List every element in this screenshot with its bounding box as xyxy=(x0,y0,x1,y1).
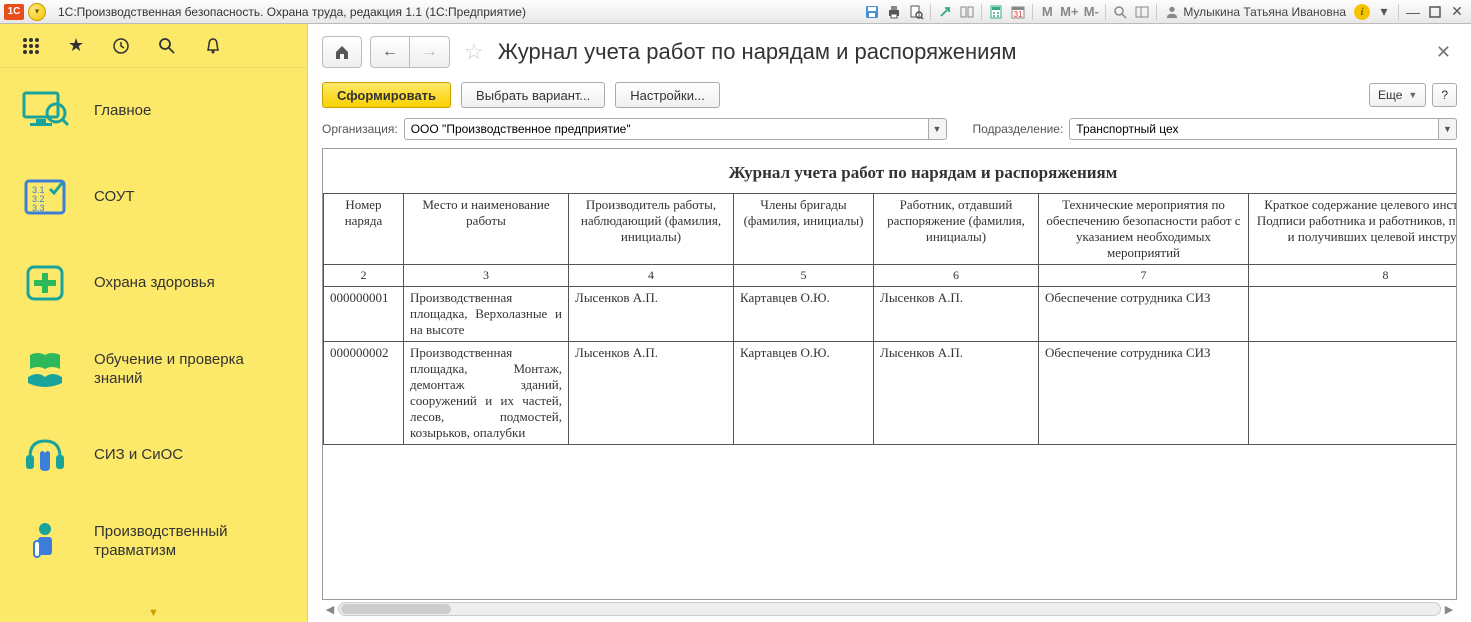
preview-icon[interactable] xyxy=(906,2,926,22)
app-logo-icon: 1C xyxy=(4,4,24,20)
apps-grid-icon[interactable] xyxy=(22,37,40,55)
user-icon xyxy=(1165,5,1179,19)
favorites-star-icon[interactable]: ★ xyxy=(68,35,84,56)
sidebar-item-label: Главное xyxy=(94,101,151,121)
table-row[interactable]: 000000002Производственная площадка, Монт… xyxy=(324,342,1458,445)
table-row[interactable]: 000000001Производственная площадка, Верх… xyxy=(324,287,1458,342)
horizontal-scrollbar[interactable]: ◀ ▶ xyxy=(322,600,1457,618)
sidebar-item-label: СОУТ xyxy=(94,187,135,207)
sidebar-item-injuries[interactable]: Производственный травматизм xyxy=(0,498,307,584)
dept-dropdown-button[interactable]: ▼ xyxy=(1439,118,1457,140)
checklist-icon: 3.13.23.3 xyxy=(20,172,70,222)
minimize-button[interactable]: — xyxy=(1403,2,1423,22)
print-icon[interactable] xyxy=(884,2,904,22)
nav-back-button[interactable]: ← xyxy=(370,36,410,68)
zoom-icon[interactable] xyxy=(1110,2,1130,22)
main-menu-button[interactable]: ▾ xyxy=(28,3,46,21)
close-window-button[interactable]: ✕ xyxy=(1447,2,1467,22)
table-header-row: Номер наряда Место и наименование работы… xyxy=(324,194,1458,265)
injured-person-icon xyxy=(20,516,70,566)
generate-button[interactable]: Сформировать xyxy=(322,82,451,108)
sidebar-item-main[interactable]: Главное xyxy=(0,68,307,154)
sidebar: ★ Главное 3.13.23.3 СОУТ xyxy=(0,24,308,622)
org-input[interactable] xyxy=(404,118,929,140)
content-area: ← → ☆ Журнал учета работ по нарядам и ра… xyxy=(308,24,1471,622)
save-icon[interactable] xyxy=(862,2,882,22)
memory-mminus-button[interactable]: M- xyxy=(1081,2,1101,22)
compare-icon[interactable] xyxy=(957,2,977,22)
settings-button[interactable]: Настройки... xyxy=(615,82,720,108)
report-table: Номер наряда Место и наименование работы… xyxy=(323,193,1457,445)
choose-variant-button[interactable]: Выбрать вариант... xyxy=(461,82,605,108)
more-button[interactable]: Еще▼ xyxy=(1369,83,1426,107)
sidebar-item-label: Обучение и проверка знаний xyxy=(94,350,287,389)
history-icon[interactable] xyxy=(112,37,130,55)
org-dropdown-button[interactable]: ▼ xyxy=(929,118,947,140)
org-label: Организация: xyxy=(322,122,398,136)
report-title: Журнал учета работ по нарядам и распоряж… xyxy=(323,149,1457,193)
calendar-icon[interactable]: 31 xyxy=(1008,2,1028,22)
dropdown-button[interactable]: ▾ xyxy=(1374,2,1394,22)
notifications-bell-icon[interactable] xyxy=(204,37,222,55)
sidebar-item-label: Охрана здоровья xyxy=(94,273,215,293)
nav-forward-button[interactable]: → xyxy=(410,36,450,68)
medical-cross-icon xyxy=(20,258,70,308)
dept-input[interactable] xyxy=(1069,118,1439,140)
help-button[interactable]: ? xyxy=(1432,83,1457,107)
memory-m-button[interactable]: M xyxy=(1037,2,1057,22)
home-button[interactable] xyxy=(322,36,362,68)
svg-text:3.3: 3.3 xyxy=(32,203,45,213)
close-page-button[interactable]: ✕ xyxy=(1430,42,1457,63)
link-out-icon[interactable] xyxy=(935,2,955,22)
sidebar-item-siz[interactable]: СИЗ и СиОС xyxy=(0,412,307,498)
svg-text:31: 31 xyxy=(1014,10,1023,19)
sidebar-expand-arrow[interactable]: ▼ xyxy=(0,604,307,622)
report-area[interactable]: Журнал учета работ по нарядам и распоряж… xyxy=(322,148,1457,600)
book-hand-icon xyxy=(20,344,70,394)
sidebar-item-label: СИЗ и СиОС xyxy=(94,445,183,465)
panel-icon[interactable] xyxy=(1132,2,1152,22)
sidebar-item-sout[interactable]: 3.13.23.3 СОУТ xyxy=(0,154,307,240)
titlebar: 1C ▾ 1С:Производственная безопасность. О… xyxy=(0,0,1471,24)
page-title: Журнал учета работ по нарядам и распоряж… xyxy=(498,39,1017,65)
dept-label: Подразделение: xyxy=(973,122,1064,136)
info-button[interactable]: i xyxy=(1352,2,1372,22)
memory-mplus-button[interactable]: M+ xyxy=(1059,2,1079,22)
calculator-icon[interactable] xyxy=(986,2,1006,22)
sidebar-item-health[interactable]: Охрана здоровья xyxy=(0,240,307,326)
sidebar-item-training[interactable]: Обучение и проверка знаний xyxy=(0,326,307,412)
monitor-search-icon xyxy=(20,86,70,136)
headphones-glove-icon xyxy=(20,430,70,480)
favorite-star-icon[interactable]: ☆ xyxy=(464,39,484,65)
app-title: 1С:Производственная безопасность. Охрана… xyxy=(58,5,526,19)
sidebar-item-label: Производственный травматизм xyxy=(94,522,287,561)
search-icon[interactable] xyxy=(158,37,176,55)
table-column-numbers: 2 3 4 5 6 7 8 xyxy=(324,265,1458,287)
maximize-button[interactable] xyxy=(1425,2,1445,22)
user-menu[interactable]: Мулыкина Татьяна Ивановна xyxy=(1161,5,1350,19)
